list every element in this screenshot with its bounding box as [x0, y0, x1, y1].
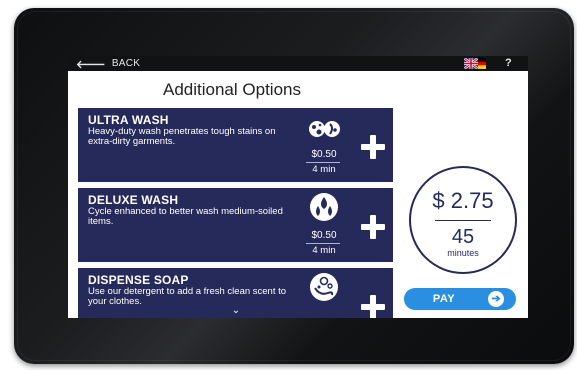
soap-bubbles-icon	[310, 273, 338, 301]
total-minutes: 45	[451, 226, 475, 248]
uk-germany-flag-icon[interactable]	[464, 58, 486, 69]
option-time: 4 min	[312, 245, 336, 256]
back-button[interactable]: 🡐 BACK	[76, 56, 140, 71]
page-title: Additional Options	[163, 80, 301, 99]
pay-button[interactable]: PAY ➔	[404, 288, 516, 310]
touch-screen: 🡐 BACK ? Additional Options ULTRA WASH H…	[68, 56, 528, 318]
option-price: $0.50	[311, 149, 337, 160]
option-name: DISPENSE SOAP	[88, 273, 189, 287]
add-ultra-wash-button[interactable]	[361, 135, 385, 159]
help-button[interactable]: ?	[505, 56, 512, 71]
stain-drops-icon	[309, 121, 340, 137]
total-summary: $ 2.75 45 minutes	[409, 166, 517, 274]
option-description: Cycle enhanced to better wash medium-soi…	[88, 206, 283, 227]
back-arrow-icon: 🡐	[76, 58, 106, 71]
option-divider	[306, 162, 340, 163]
pay-label: PAY	[432, 293, 456, 305]
add-deluxe-wash-button[interactable]	[361, 215, 385, 239]
option-card-ultra-wash[interactable]: ULTRA WASH Heavy-duty wash penetrates to…	[78, 108, 393, 182]
option-description: Heavy-duty wash penetrates tough stains …	[88, 126, 276, 147]
option-price: $0.50	[311, 230, 337, 241]
add-dispense-soap-button[interactable]	[361, 295, 385, 318]
option-card-deluxe-wash[interactable]: DELUXE WASH Cycle enhanced to better was…	[78, 188, 393, 262]
option-name: ULTRA WASH	[88, 113, 169, 127]
option-name: DELUXE WASH	[88, 193, 179, 207]
top-bar: 🡐 BACK ?	[68, 56, 528, 71]
minutes-label: minutes	[447, 248, 479, 258]
total-price: $ 2.75	[432, 188, 494, 213]
option-divider	[306, 243, 340, 244]
scroll-down-button[interactable]: ⌄	[227, 304, 245, 318]
option-description: Use our detergent to add a fresh clean s…	[88, 286, 287, 307]
option-time: 4 min	[312, 164, 336, 175]
back-label: BACK	[111, 58, 141, 69]
arrow-right-icon: ➔	[488, 291, 504, 307]
water-drops-icon	[310, 193, 338, 221]
total-divider	[435, 220, 491, 221]
